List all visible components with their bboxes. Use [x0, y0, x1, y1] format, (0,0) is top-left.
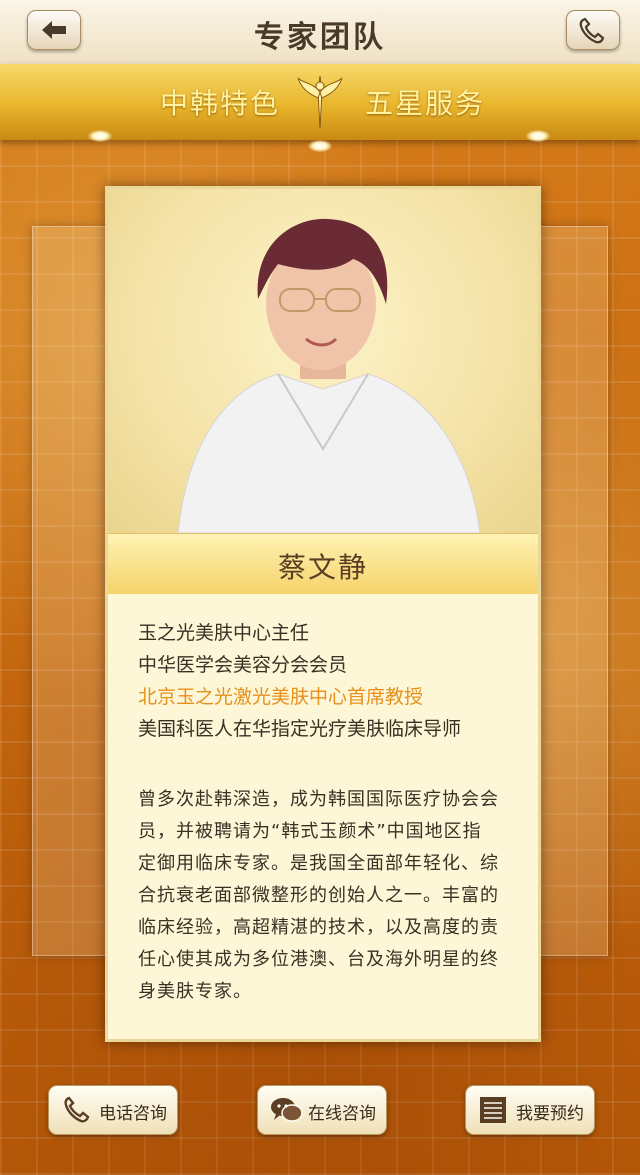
- online-consult-label: 在线咨询: [308, 1104, 376, 1124]
- doctor-card: 蔡文静 玉之光美肤中心主任 中华医学会美容分会会员 北京玉之光激光美肤中心首席教…: [105, 186, 541, 1042]
- title-line: 中华医学会美容分会会员: [138, 654, 348, 676]
- book-appointment-button[interactable]: 我要预约: [465, 1085, 595, 1135]
- bio-line: 合抗衰老面部微整形的创始人之一。丰富的: [138, 885, 499, 906]
- name-bar: 蔡文静: [108, 533, 538, 594]
- book-appointment-label: 我要预约: [516, 1104, 584, 1124]
- spotlight: [308, 140, 332, 152]
- slogan-left: 中韩特色: [160, 87, 281, 120]
- bio-line: 员，并被聘请为“韩式玉颜术”中国地区指: [138, 821, 482, 842]
- bio-line: 临床经验，高超精湛的技术，以及高度的责: [138, 917, 499, 938]
- doctor-titles: 玉之光美肤中心主任 中华医学会美容分会会员 北京玉之光激光美肤中心首席教授 美国…: [138, 617, 518, 745]
- slogan-right: 五星服务: [365, 87, 486, 120]
- bio-line: 身美肤专家。: [138, 981, 252, 1002]
- doctor-photo: [108, 189, 538, 533]
- doctor-name: 蔡文静: [277, 551, 368, 584]
- slogan-banner: 中韩特色 五星服务: [0, 64, 640, 140]
- spotlight: [526, 130, 550, 142]
- phone-consult-button[interactable]: 电话咨询: [48, 1085, 178, 1135]
- call-button[interactable]: [566, 10, 620, 50]
- bio-line: 任心使其成为多位港澳、台及海外明星的终: [138, 949, 499, 970]
- top-bar: 专家团队: [0, 0, 640, 64]
- spotlight: [88, 130, 112, 142]
- bio-line: 曾多次赴韩深造，成为韩国国际医疗协会会: [138, 789, 499, 810]
- online-consult-button[interactable]: 在线咨询: [257, 1085, 387, 1135]
- emblem-icon: [297, 75, 343, 129]
- doctor-portrait: [177, 218, 481, 533]
- phone-consult-label: 电话咨询: [99, 1104, 167, 1124]
- title-line: 美国科医人在华指定光疗美肤临床导师: [138, 718, 462, 740]
- phone-icon: [64, 1096, 90, 1123]
- notebook-icon: [480, 1097, 506, 1123]
- title-line-highlight: 北京玉之光激光美肤中心首席教授: [138, 686, 424, 708]
- bio-line: 定御用临床专家。是我国全面部年轻化、综: [138, 853, 499, 874]
- page-title: 专家团队: [254, 20, 386, 55]
- phone-icon: [579, 17, 605, 44]
- doctor-bio: 曾多次赴韩深造，成为韩国国际医疗协会会 员，并被聘请为“韩式玉颜术”中国地区指 …: [138, 784, 523, 1008]
- title-line: 玉之光美肤中心主任: [138, 622, 310, 644]
- chat-icon: [271, 1098, 303, 1122]
